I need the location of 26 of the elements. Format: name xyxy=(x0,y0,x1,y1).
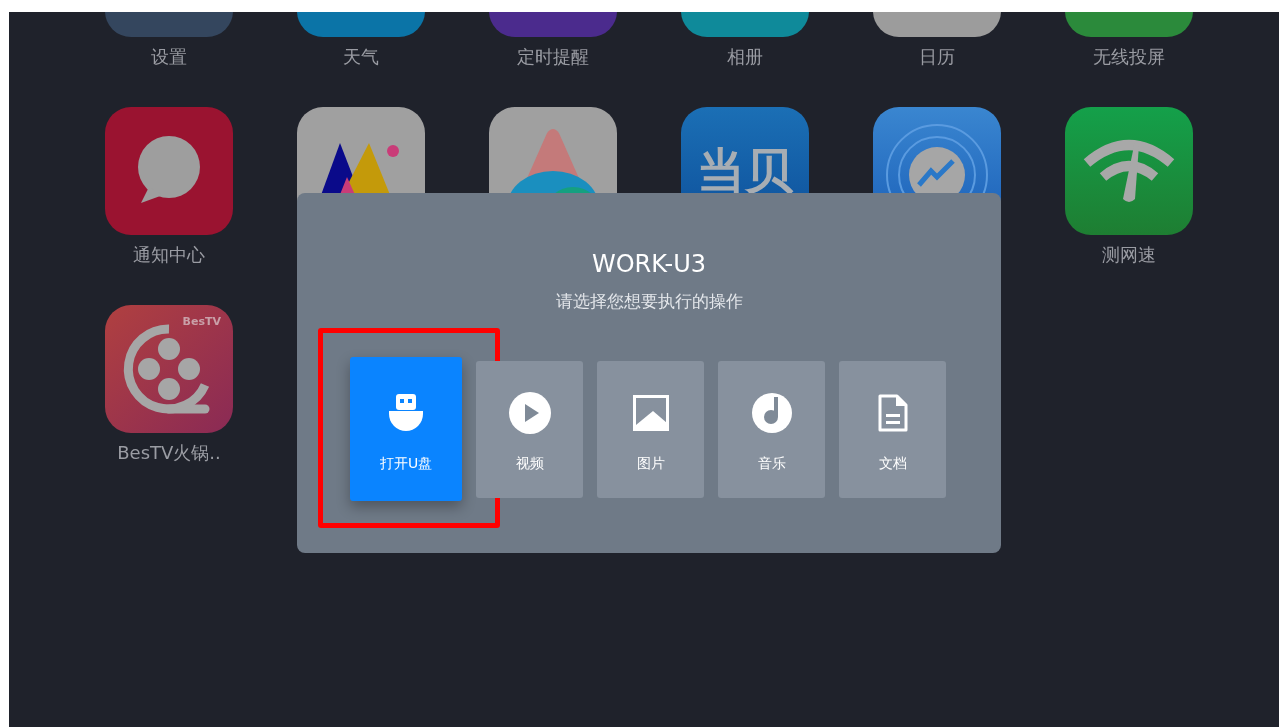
app-icon[interactable] xyxy=(1065,107,1193,235)
document-icon xyxy=(877,393,908,432)
app-label: 测网速 xyxy=(1102,243,1156,267)
logo-text: BesTV xyxy=(182,315,221,328)
usb-drive-icon xyxy=(388,394,424,432)
app-label: BesTV火锅.. xyxy=(117,441,221,465)
action-button[interactable]: 音乐 xyxy=(718,360,825,498)
image-icon xyxy=(632,394,669,431)
app-label: 定时提醒 xyxy=(517,45,589,69)
app-label: 相册 xyxy=(727,45,763,69)
action-button[interactable]: 视频 xyxy=(476,360,583,498)
app-label: 设置 xyxy=(151,45,187,69)
app-label: 通知中心 xyxy=(133,243,205,267)
app-label: 无线投屏 xyxy=(1093,45,1165,69)
action-button[interactable]: 打开U盘 xyxy=(350,357,462,501)
music-icon xyxy=(751,392,792,433)
app-icon[interactable]: BesTV xyxy=(105,305,233,433)
app-label: 天气 xyxy=(343,45,379,69)
action-button[interactable]: 文档 xyxy=(839,360,946,498)
action-button[interactable]: 图片 xyxy=(597,360,704,498)
play-icon xyxy=(508,391,551,434)
logo-text: 当贝 xyxy=(697,142,793,198)
app-label: 日历 xyxy=(919,45,955,69)
app-icon[interactable] xyxy=(105,107,233,235)
dialog-title: WORK-U3 xyxy=(592,249,706,279)
dialog-subtitle: 请选择您想要执行的操作 xyxy=(555,290,743,313)
